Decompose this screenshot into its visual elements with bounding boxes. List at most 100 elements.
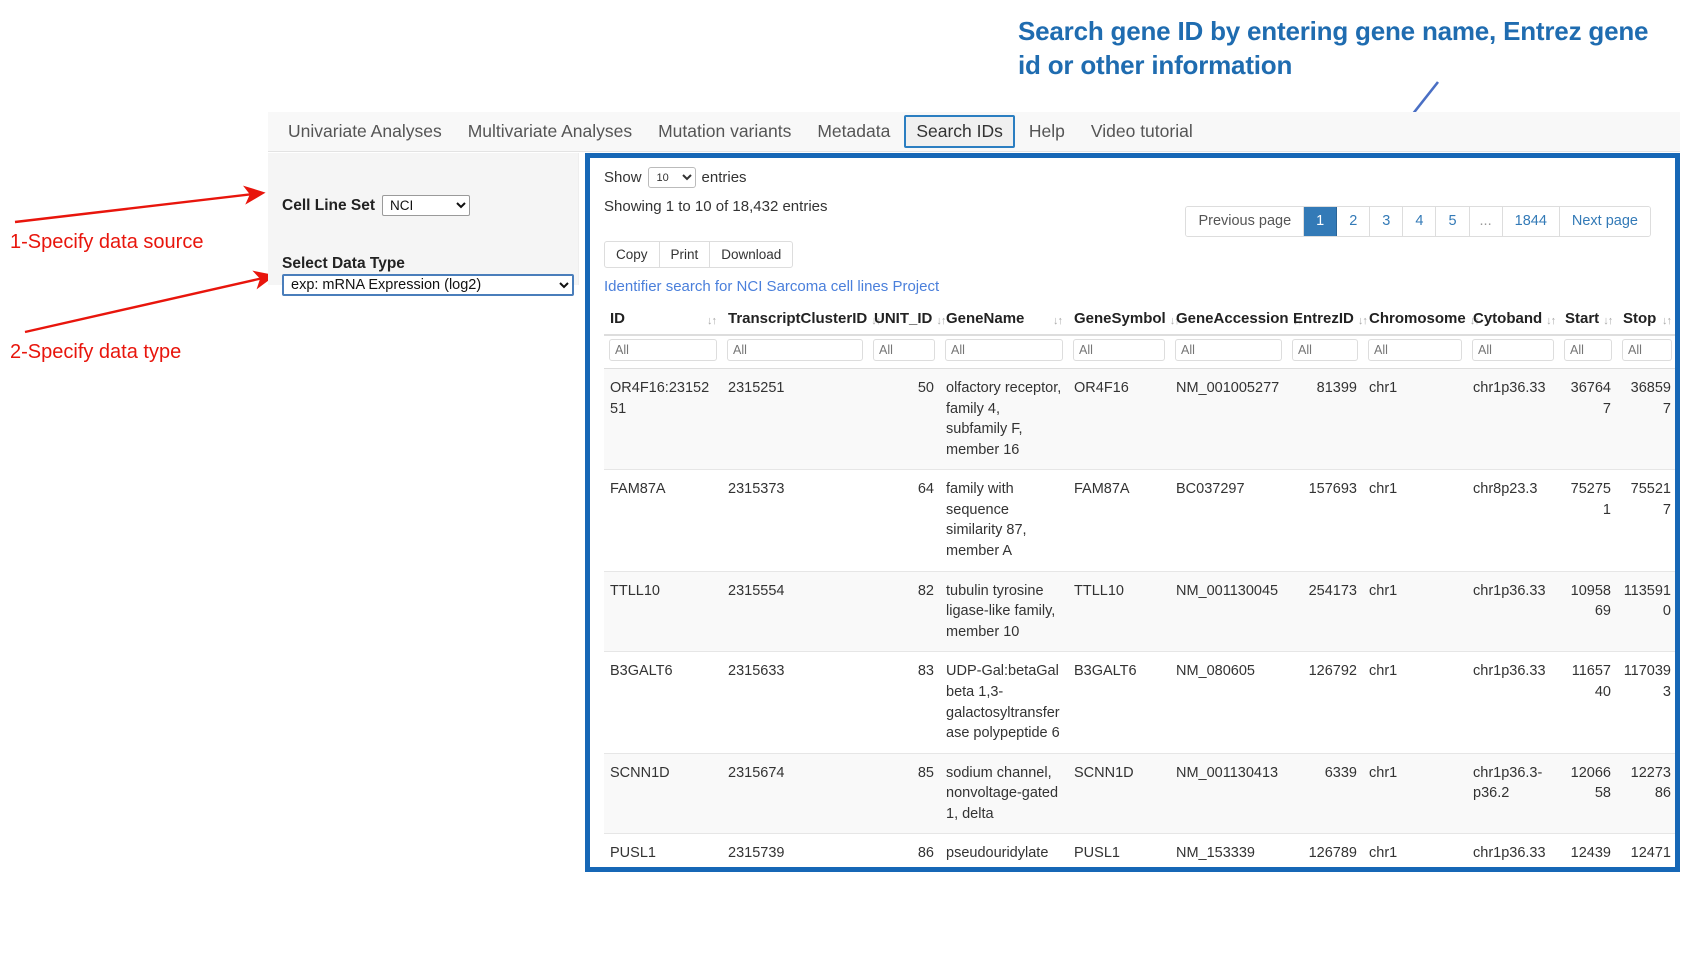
cell-cytoband: chr1p36.33 — [1467, 834, 1559, 872]
cell-genesymbol: OR4F16 — [1068, 369, 1170, 470]
filter-cell — [1467, 335, 1559, 369]
filter-cell — [1617, 335, 1677, 369]
filter-cell — [940, 335, 1068, 369]
cell-cytoband: chr8p23.3 — [1467, 470, 1559, 571]
filter-cell — [868, 335, 940, 369]
callout-search-annotation: Search gene ID by entering gene name, En… — [1018, 14, 1658, 83]
column-filter-input-id[interactable] — [609, 339, 717, 361]
data-type-select[interactable]: exp: mRNA Expression (log2) — [282, 274, 574, 296]
cell-line-set-label: Cell Line Set — [282, 197, 375, 215]
cell-transcriptclusterid: 2315674 — [722, 753, 868, 834]
column-header-label: ID — [610, 310, 625, 327]
column-filter-input-stop[interactable] — [1622, 339, 1672, 361]
pagination: Previous page 1 2 3 4 5 ... 1844 Next pa… — [1185, 206, 1651, 237]
column-header-genename[interactable]: GeneName↓↑ — [940, 305, 1068, 335]
pagination-page-3[interactable]: 3 — [1370, 207, 1403, 236]
cell-unit-id: 50 — [868, 369, 940, 470]
column-filter-input-cytoband[interactable] — [1472, 339, 1554, 361]
page-length-control: Show 10 entries — [604, 167, 1675, 188]
pagination-ellipsis: ... — [1470, 207, 1503, 236]
cell-stop: 368597 — [1617, 369, 1677, 470]
nav-item-univariate-analyses[interactable]: Univariate Analyses — [276, 115, 454, 148]
sort-toggle-icon[interactable]: ↓↑ — [707, 316, 716, 327]
table-header-row: ID ↓↑ TranscriptClusterID↓↑UNIT_ID↓↑GeneNa… — [604, 305, 1677, 335]
cell-id: OR4F16:2315251 — [604, 369, 722, 470]
sort-toggle-icon[interactable]: ↓↑ — [1662, 316, 1671, 327]
pagination-previous[interactable]: Previous page — [1186, 207, 1304, 236]
show-label: Show — [604, 169, 642, 186]
control-panel: Cell Line Set NCI Select Data Type exp: … — [268, 153, 579, 285]
column-header-start[interactable]: Start↓↑ — [1559, 305, 1617, 335]
table-row[interactable]: PUSL1231573986pseudouridylate synthase-l… — [604, 834, 1677, 872]
cell-entrezid: 6339 — [1287, 753, 1363, 834]
results-inner: Show 10 entries Showing 1 to 10 of 18,43… — [590, 158, 1675, 872]
cell-id: TTLL10 — [604, 571, 722, 652]
column-filter-input-chromosome[interactable] — [1368, 339, 1462, 361]
pagination-page-5[interactable]: 5 — [1436, 207, 1469, 236]
cell-genesymbol: PUSL1 — [1068, 834, 1170, 872]
column-filter-input-entrezid[interactable] — [1292, 339, 1358, 361]
pagination-next[interactable]: Next page — [1560, 207, 1650, 236]
nav-item-search-ids[interactable]: Search IDs — [904, 115, 1015, 148]
column-header-entrezid[interactable]: EntrezID↓↑ — [1287, 305, 1363, 335]
column-header-id[interactable]: ID ↓↑ — [604, 305, 722, 335]
nav-item-help[interactable]: Help — [1017, 115, 1077, 148]
column-header-stop[interactable]: Stop↓↑ — [1617, 305, 1677, 335]
cell-entrezid: 81399 — [1287, 369, 1363, 470]
column-filter-input-transcriptclusterid[interactable] — [727, 339, 863, 361]
annotation-step-1: 1-Specify data source — [10, 231, 203, 254]
pagination-page-2[interactable]: 2 — [1337, 207, 1370, 236]
nav-item-video-tutorial[interactable]: Video tutorial — [1079, 115, 1205, 148]
table-row[interactable]: SCNN1D231567485sodium channel, nonvoltag… — [604, 753, 1677, 834]
column-header-genesymbol[interactable]: GeneSymbol↓↑ — [1068, 305, 1170, 335]
table-head: ID ↓↑ TranscriptClusterID↓↑UNIT_ID↓↑GeneNa… — [604, 305, 1677, 369]
nav-item-multivariate-analyses[interactable]: Multivariate Analyses — [456, 115, 644, 148]
sort-toggle-icon[interactable]: ↓↑ — [1546, 316, 1555, 327]
cell-geneaccession: NM_001130413 — [1170, 753, 1287, 834]
table-row[interactable]: OR4F16:2315251231525150olfactory recepto… — [604, 369, 1677, 470]
table-body: OR4F16:2315251231525150olfactory recepto… — [604, 369, 1677, 873]
column-header-cytoband[interactable]: Cytoband↓↑ — [1467, 305, 1559, 335]
sort-toggle-icon[interactable]: ↓↑ — [1603, 316, 1612, 327]
column-header-transcriptclusterid[interactable]: TranscriptClusterID↓↑ — [722, 305, 868, 335]
print-button[interactable]: Print — [659, 241, 711, 268]
download-button[interactable]: Download — [709, 241, 793, 268]
page-length-select[interactable]: 10 — [648, 167, 696, 188]
cell-unit-id: 86 — [868, 834, 940, 872]
table-row[interactable]: FAM87A231537364family with sequence simi… — [604, 470, 1677, 571]
column-filter-input-geneaccession[interactable] — [1175, 339, 1282, 361]
filter-cell — [722, 335, 868, 369]
column-header-geneaccession[interactable]: GeneAccession↓↑ — [1170, 305, 1287, 335]
cell-genename: UDP-Gal:betaGal beta 1,3-galactosyltrans… — [940, 652, 1068, 753]
column-filter-input-genesymbol[interactable] — [1073, 339, 1165, 361]
cell-line-set-select[interactable]: NCI — [382, 195, 470, 216]
column-filter-input-genename[interactable] — [945, 339, 1063, 361]
pagination-page-1[interactable]: 1 — [1304, 207, 1337, 236]
pagination-page-last[interactable]: 1844 — [1503, 207, 1560, 236]
cell-chromosome: chr1 — [1363, 652, 1467, 753]
column-filter-input-start[interactable] — [1564, 339, 1612, 361]
cell-cytoband: chr1p36.33 — [1467, 369, 1559, 470]
project-search-link[interactable]: Identifier search for NCI Sarcoma cell l… — [604, 278, 1675, 295]
cell-genename: sodium channel, nonvoltage-gated 1, delt… — [940, 753, 1068, 834]
cell-cytoband: chr1p36.3-p36.2 — [1467, 753, 1559, 834]
table-row[interactable]: TTLL10231555482tubulin tyrosine ligase-l… — [604, 571, 1677, 652]
column-filter-input-unit-id[interactable] — [873, 339, 935, 361]
cell-entrezid: 254173 — [1287, 571, 1363, 652]
pagination-page-4[interactable]: 4 — [1403, 207, 1436, 236]
filter-cell — [1170, 335, 1287, 369]
select-data-type-label: Select Data Type — [282, 255, 405, 273]
nav-item-metadata[interactable]: Metadata — [805, 115, 902, 148]
column-header-label: GeneAccession — [1176, 310, 1289, 327]
cell-geneaccession: BC037297 — [1170, 470, 1287, 571]
cell-stop: 1227386 — [1617, 753, 1677, 834]
column-header-chromosome[interactable]: Chromosome↓↑ — [1363, 305, 1467, 335]
cell-unit-id: 83 — [868, 652, 940, 753]
copy-button[interactable]: Copy — [604, 241, 660, 268]
column-header-unit-id[interactable]: UNIT_ID↓↑ — [868, 305, 940, 335]
sort-toggle-icon[interactable]: ↓↑ — [1053, 316, 1062, 327]
table-row[interactable]: B3GALT6231563383UDP-Gal:betaGal beta 1,3… — [604, 652, 1677, 753]
nav-item-mutation-variants[interactable]: Mutation variants — [646, 115, 803, 148]
cell-geneaccession: NM_001130045 — [1170, 571, 1287, 652]
cell-chromosome: chr1 — [1363, 470, 1467, 571]
